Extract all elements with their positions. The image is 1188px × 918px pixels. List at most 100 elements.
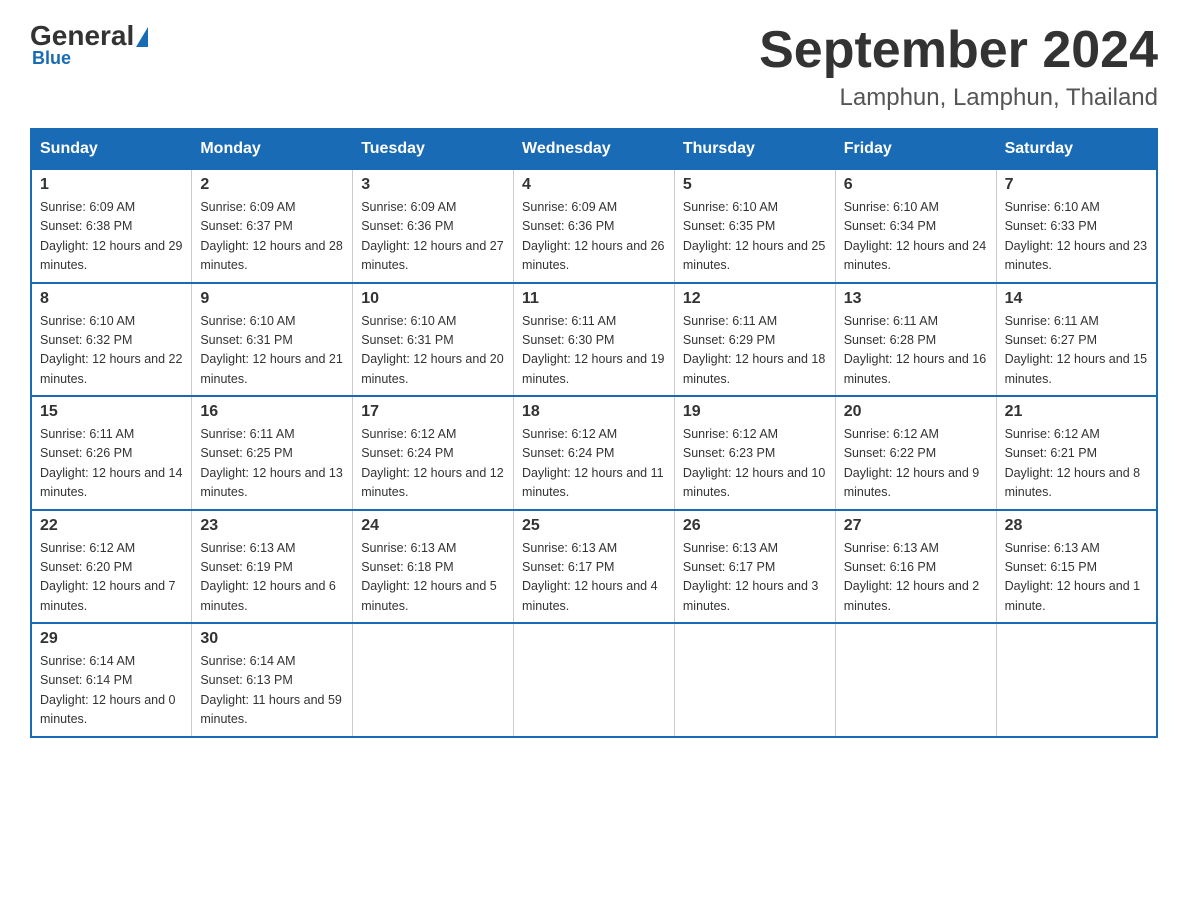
calendar-week-row: 29 Sunrise: 6:14 AMSunset: 6:14 PMDayligh… (31, 623, 1157, 737)
calendar-title: September 2024 (759, 20, 1158, 80)
table-row: 19 Sunrise: 6:12 AMSunset: 6:23 PMDayligh… (674, 396, 835, 510)
day-number: 21 (1005, 403, 1148, 421)
day-number: 20 (844, 403, 988, 421)
day-number: 18 (522, 403, 666, 421)
day-number: 7 (1005, 176, 1148, 194)
day-info: Sunrise: 6:10 AMSunset: 6:31 PMDaylight:… (361, 312, 505, 390)
table-row: 24 Sunrise: 6:13 AMSunset: 6:18 PMDayligh… (353, 510, 514, 624)
table-row: 18 Sunrise: 6:12 AMSunset: 6:24 PMDayligh… (514, 396, 675, 510)
day-number: 29 (40, 630, 183, 648)
day-number: 10 (361, 290, 505, 308)
day-number: 28 (1005, 517, 1148, 535)
table-row: 13Sunrise: 6:11 AMSunset: 6:28 PMDayligh… (835, 283, 996, 397)
day-info: Sunrise: 6:10 AMSunset: 6:33 PMDaylight:… (1005, 198, 1148, 276)
day-number: 19 (683, 403, 827, 421)
day-info: Sunrise: 6:13 AMSunset: 6:17 PMDaylight:… (522, 539, 666, 617)
table-row: 11Sunrise: 6:11 AMSunset: 6:30 PMDayligh… (514, 283, 675, 397)
day-number: 8 (40, 290, 183, 308)
table-row: 2Sunrise: 6:09 AMSunset: 6:37 PMDaylight… (192, 169, 353, 283)
day-info: Sunrise: 6:11 AMSunset: 6:30 PMDaylight:… (522, 312, 666, 390)
calendar-subtitle: Lamphun, Lamphun, Thailand (759, 84, 1158, 112)
calendar-week-row: 8 Sunrise: 6:10 AMSunset: 6:32 PMDaylight… (31, 283, 1157, 397)
table-row: 9 Sunrise: 6:10 AMSunset: 6:31 PMDaylight… (192, 283, 353, 397)
col-friday: Friday (835, 129, 996, 169)
day-number: 16 (200, 403, 344, 421)
table-row: 26 Sunrise: 6:13 AMSunset: 6:17 PMDayligh… (674, 510, 835, 624)
table-row (674, 623, 835, 737)
day-info: Sunrise: 6:13 AMSunset: 6:19 PMDaylight:… (200, 539, 344, 617)
table-row: 1 Sunrise: 6:09 AMSunset: 6:38 PMDaylight… (31, 169, 192, 283)
calendar-week-row: 15Sunrise: 6:11 AMSunset: 6:26 PMDayligh… (31, 396, 1157, 510)
table-row (353, 623, 514, 737)
table-row: 7 Sunrise: 6:10 AMSunset: 6:33 PMDaylight… (996, 169, 1157, 283)
day-info: Sunrise: 6:10 AMSunset: 6:34 PMDaylight:… (844, 198, 988, 276)
table-row: 23 Sunrise: 6:13 AMSunset: 6:19 PMDayligh… (192, 510, 353, 624)
day-info: Sunrise: 6:14 AMSunset: 6:13 PMDaylight:… (200, 652, 344, 730)
day-number: 23 (200, 517, 344, 535)
day-info: Sunrise: 6:14 AMSunset: 6:14 PMDaylight:… (40, 652, 183, 730)
logo: General Blue (30, 20, 148, 69)
logo-blue-label: Blue (32, 48, 71, 69)
day-info: Sunrise: 6:12 AMSunset: 6:21 PMDaylight:… (1005, 425, 1148, 503)
logo-triangle-icon (136, 27, 148, 47)
table-row (996, 623, 1157, 737)
day-info: Sunrise: 6:12 AMSunset: 6:20 PMDaylight:… (40, 539, 183, 617)
day-info: Sunrise: 6:10 AMSunset: 6:31 PMDaylight:… (200, 312, 344, 390)
day-info: Sunrise: 6:13 AMSunset: 6:17 PMDaylight:… (683, 539, 827, 617)
day-info: Sunrise: 6:10 AMSunset: 6:35 PMDaylight:… (683, 198, 827, 276)
day-number: 9 (200, 290, 344, 308)
calendar-week-row: 1 Sunrise: 6:09 AMSunset: 6:38 PMDaylight… (31, 169, 1157, 283)
day-number: 13 (844, 290, 988, 308)
table-row: 17 Sunrise: 6:12 AMSunset: 6:24 PMDayligh… (353, 396, 514, 510)
table-row: 15Sunrise: 6:11 AMSunset: 6:26 PMDayligh… (31, 396, 192, 510)
day-number: 30 (200, 630, 344, 648)
col-monday: Monday (192, 129, 353, 169)
calendar-week-row: 22Sunrise: 6:12 AMSunset: 6:20 PMDayligh… (31, 510, 1157, 624)
table-row: 22Sunrise: 6:12 AMSunset: 6:20 PMDayligh… (31, 510, 192, 624)
table-row: 25 Sunrise: 6:13 AMSunset: 6:17 PMDayligh… (514, 510, 675, 624)
table-row: 12Sunrise: 6:11 AMSunset: 6:29 PMDayligh… (674, 283, 835, 397)
day-number: 27 (844, 517, 988, 535)
table-row (835, 623, 996, 737)
day-number: 17 (361, 403, 505, 421)
table-row: 4Sunrise: 6:09 AMSunset: 6:36 PMDaylight… (514, 169, 675, 283)
day-number: 25 (522, 517, 666, 535)
day-info: Sunrise: 6:09 AMSunset: 6:38 PMDaylight:… (40, 198, 183, 276)
day-info: Sunrise: 6:12 AMSunset: 6:24 PMDaylight:… (522, 425, 666, 503)
table-row: 29 Sunrise: 6:14 AMSunset: 6:14 PMDayligh… (31, 623, 192, 737)
table-row: 16 Sunrise: 6:11 AMSunset: 6:25 PMDayligh… (192, 396, 353, 510)
day-info: Sunrise: 6:11 AMSunset: 6:25 PMDaylight:… (200, 425, 344, 503)
day-info: Sunrise: 6:09 AMSunset: 6:36 PMDaylight:… (522, 198, 666, 276)
table-row (514, 623, 675, 737)
table-row: 27 Sunrise: 6:13 AMSunset: 6:16 PMDayligh… (835, 510, 996, 624)
day-info: Sunrise: 6:12 AMSunset: 6:22 PMDaylight:… (844, 425, 988, 503)
day-info: Sunrise: 6:12 AMSunset: 6:24 PMDaylight:… (361, 425, 505, 503)
table-row: 6 Sunrise: 6:10 AMSunset: 6:34 PMDaylight… (835, 169, 996, 283)
calendar-table: Sunday Monday Tuesday Wednesday Thursday… (30, 128, 1158, 738)
table-row: 14 Sunrise: 6:11 AMSunset: 6:27 PMDayligh… (996, 283, 1157, 397)
day-info: Sunrise: 6:11 AMSunset: 6:27 PMDaylight:… (1005, 312, 1148, 390)
day-info: Sunrise: 6:13 AMSunset: 6:16 PMDaylight:… (844, 539, 988, 617)
day-info: Sunrise: 6:12 AMSunset: 6:23 PMDaylight:… (683, 425, 827, 503)
day-number: 24 (361, 517, 505, 535)
calendar-header-row: Sunday Monday Tuesday Wednesday Thursday… (31, 129, 1157, 169)
col-sunday: Sunday (31, 129, 192, 169)
day-number: 5 (683, 176, 827, 194)
page-header: General Blue September 2024 Lamphun, Lam… (30, 20, 1158, 112)
title-block: September 2024 Lamphun, Lamphun, Thailan… (759, 20, 1158, 112)
day-number: 1 (40, 176, 183, 194)
day-number: 14 (1005, 290, 1148, 308)
day-info: Sunrise: 6:10 AMSunset: 6:32 PMDaylight:… (40, 312, 183, 390)
day-number: 26 (683, 517, 827, 535)
day-info: Sunrise: 6:11 AMSunset: 6:29 PMDaylight:… (683, 312, 827, 390)
day-number: 6 (844, 176, 988, 194)
table-row: 10 Sunrise: 6:10 AMSunset: 6:31 PMDayligh… (353, 283, 514, 397)
day-number: 3 (361, 176, 505, 194)
col-tuesday: Tuesday (353, 129, 514, 169)
table-row: 5 Sunrise: 6:10 AMSunset: 6:35 PMDaylight… (674, 169, 835, 283)
table-row: 3Sunrise: 6:09 AMSunset: 6:36 PMDaylight… (353, 169, 514, 283)
col-saturday: Saturday (996, 129, 1157, 169)
table-row: 21 Sunrise: 6:12 AMSunset: 6:21 PMDayligh… (996, 396, 1157, 510)
day-info: Sunrise: 6:13 AMSunset: 6:18 PMDaylight:… (361, 539, 505, 617)
table-row: 30 Sunrise: 6:14 AMSunset: 6:13 PMDayligh… (192, 623, 353, 737)
